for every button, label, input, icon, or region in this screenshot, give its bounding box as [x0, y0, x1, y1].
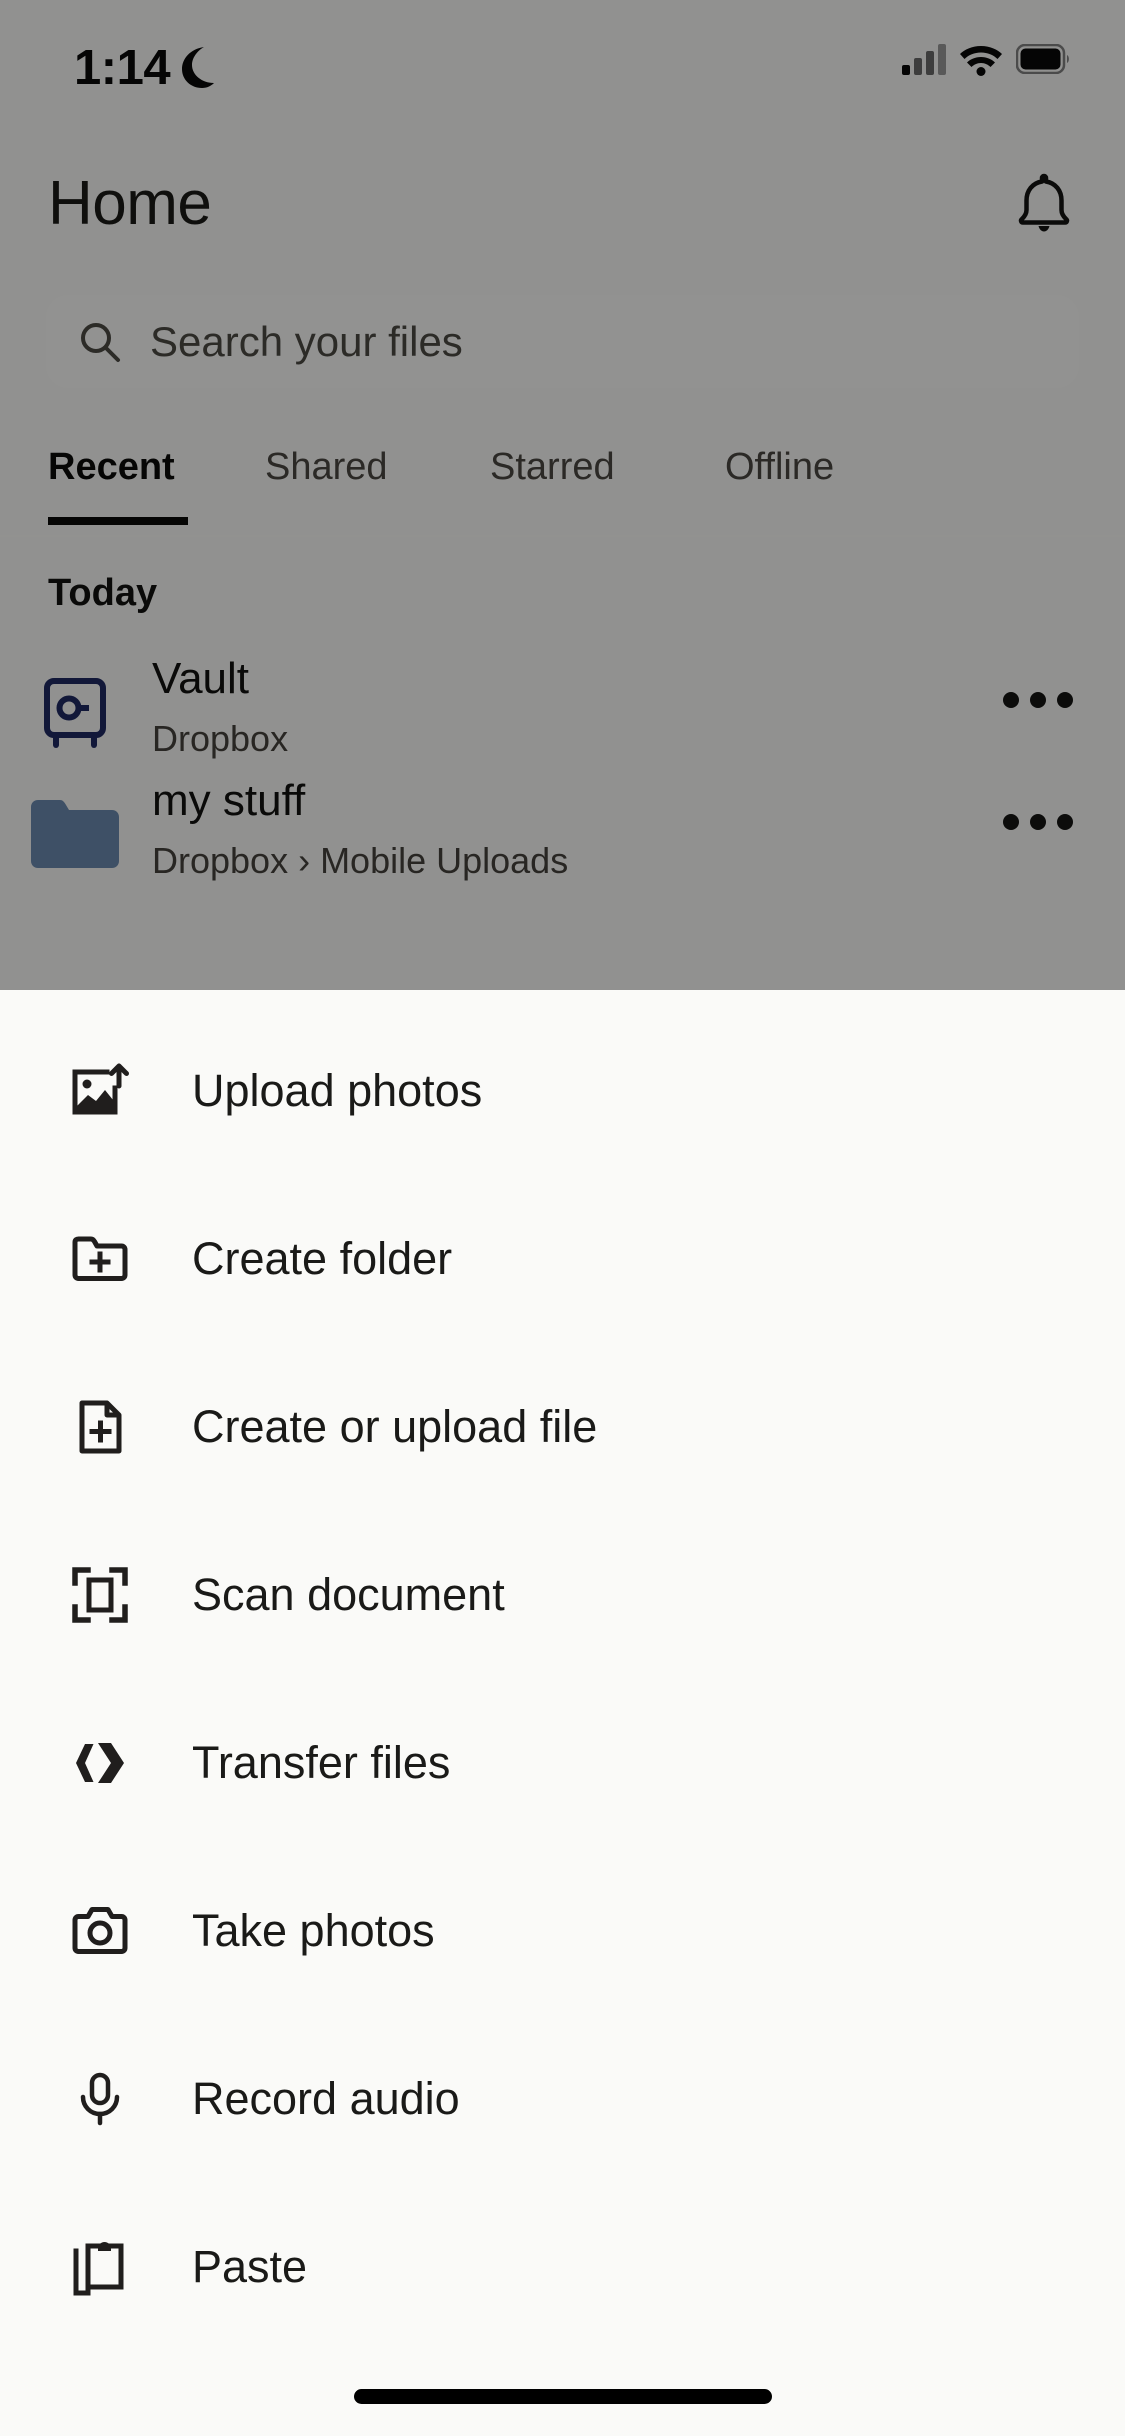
- sheet-item-label: Create folder: [192, 1233, 453, 1284]
- sheet-item-transfer-files[interactable]: Transfer files: [0, 1709, 1125, 1817]
- sheet-item-label: Create or upload file: [192, 1401, 598, 1452]
- folder-plus-icon: [68, 1227, 132, 1291]
- sheet-item-label: Transfer files: [192, 1737, 451, 1788]
- microphone-icon: [68, 2067, 132, 2131]
- create-action-sheet: Upload photos Create folder Create or up…: [0, 990, 1125, 2436]
- sheet-item-label: Take photos: [192, 1905, 435, 1956]
- image-upload-icon: [68, 1059, 132, 1123]
- sheet-item-label: Upload photos: [192, 1065, 483, 1116]
- sheet-item-upload-photos[interactable]: Upload photos: [0, 1037, 1125, 1145]
- sheet-item-create-folder[interactable]: Create folder: [0, 1205, 1125, 1313]
- sheet-item-take-photos[interactable]: Take photos: [0, 1877, 1125, 1985]
- sheet-item-label: Paste: [192, 2241, 308, 2292]
- sheet-item-paste[interactable]: Paste: [0, 2213, 1125, 2321]
- sheet-item-scan-document[interactable]: Scan document: [0, 1541, 1125, 1649]
- dropbox-transfer-icon: [68, 1731, 132, 1795]
- file-plus-icon: [68, 1395, 132, 1459]
- document-scan-icon: [68, 1563, 132, 1627]
- sheet-item-record-audio[interactable]: Record audio: [0, 2045, 1125, 2153]
- sheet-item-label: Scan document: [192, 1569, 505, 1620]
- sheet-item-create-or-upload-file[interactable]: Create or upload file: [0, 1373, 1125, 1481]
- phone-screen: 1:14 Home Search your files Recent Share…: [0, 0, 1125, 2436]
- camera-icon: [68, 1899, 132, 1963]
- clipboard-icon: [68, 2235, 132, 2299]
- sheet-item-label: Record audio: [192, 2073, 460, 2124]
- dropbox-home-screen: 1:14 Home Search your files Recent Share…: [0, 0, 1125, 990]
- scrim-overlay[interactable]: [0, 0, 1125, 990]
- home-indicator[interactable]: [353, 2389, 772, 2404]
